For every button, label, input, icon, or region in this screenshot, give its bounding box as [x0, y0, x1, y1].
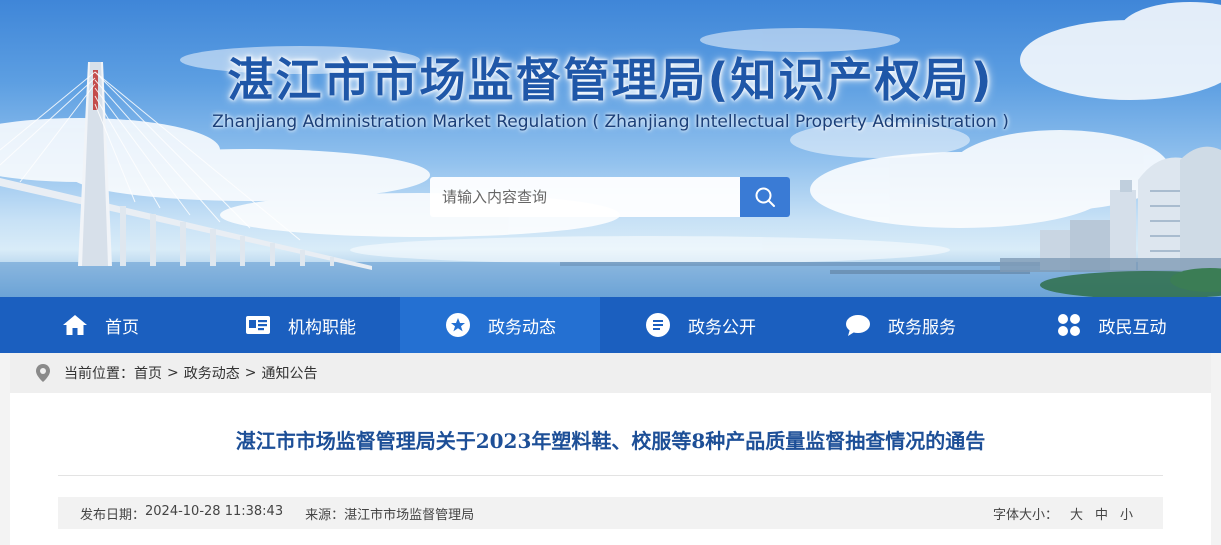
site-title: 湛江市市场监督管理局(知识产权局)	[227, 53, 994, 107]
font-size-large-button[interactable]: 大	[1070, 504, 1083, 523]
nav-item-label: 政务服务	[888, 317, 956, 338]
grid-icon	[1055, 311, 1083, 339]
font-size-medium-button[interactable]: 中	[1095, 504, 1108, 523]
header-banner: 湛江市市场监督管理局(知识产权局) Zhanjiang Administrati…	[0, 0, 1221, 297]
search-input[interactable]	[430, 177, 740, 217]
date-label: 发布日期：	[80, 507, 146, 523]
nav-item-label: 机构职能	[288, 317, 356, 338]
title-divider	[58, 475, 1163, 476]
breadcrumb-home[interactable]: 首页	[134, 363, 162, 383]
breadcrumb-prefix: 当前位置：	[64, 366, 134, 382]
breadcrumb-notices[interactable]: 通知公告	[261, 363, 317, 383]
font-size-label: 字体大小：	[992, 507, 1058, 523]
breadcrumb: 当前位置： 首页 > 政务动态 > 通知公告	[10, 353, 1211, 393]
search-box	[430, 177, 790, 217]
chat-bubble-icon	[844, 311, 872, 339]
nav-item-news[interactable]: 政务动态	[400, 297, 600, 353]
nav-item-interaction[interactable]: 政民互动	[1000, 297, 1221, 353]
nav-item-label: 政民互动	[1098, 317, 1167, 338]
article-title: 湛江市市场监督管理局关于2023年塑料鞋、校服等8种产品质量监督抽查情况的通告	[235, 429, 986, 453]
star-icon	[444, 311, 472, 339]
nav-item-organization[interactable]: 机构职能	[200, 297, 400, 353]
article-panel: 湛江市市场监督管理局关于2023年塑料鞋、校服等8种产品质量监督抽查情况的通告 …	[10, 393, 1211, 545]
location-pin-icon	[36, 364, 50, 382]
breadcrumb-separator: >	[244, 365, 257, 381]
nav-item-services[interactable]: 政务服务	[800, 297, 1000, 353]
document-icon	[644, 311, 672, 339]
breadcrumb-news[interactable]: 政务动态	[184, 363, 240, 383]
nav-item-label: 首页	[105, 317, 139, 338]
font-size-small-button[interactable]: 小	[1120, 504, 1133, 523]
id-card-icon	[244, 311, 272, 339]
nav-item-label: 政务公开	[688, 317, 756, 338]
nav-item-label: 政务动态	[488, 317, 556, 338]
source-label: 来源：	[305, 507, 345, 523]
publish-date: 2024-10-28 11:38:43	[145, 503, 284, 519]
search-icon	[755, 187, 775, 207]
main-nav: 首页 机构职能 政务动态 政务公开 政务服务 政民互动	[0, 297, 1221, 353]
nav-item-home[interactable]: 首页	[0, 297, 200, 353]
article-meta-bar: 发布日期： 2024-10-28 11:38:43 来源： 湛江市市场监督管理局…	[58, 497, 1163, 529]
article-source: 湛江市市场监督管理局	[344, 507, 475, 523]
home-icon	[61, 311, 89, 339]
search-button[interactable]	[740, 177, 790, 217]
nav-item-disclosure[interactable]: 政务公开	[600, 297, 800, 353]
breadcrumb-separator: >	[167, 365, 179, 381]
site-subtitle: Zhanjiang Administration Market Regulati…	[212, 112, 1009, 132]
